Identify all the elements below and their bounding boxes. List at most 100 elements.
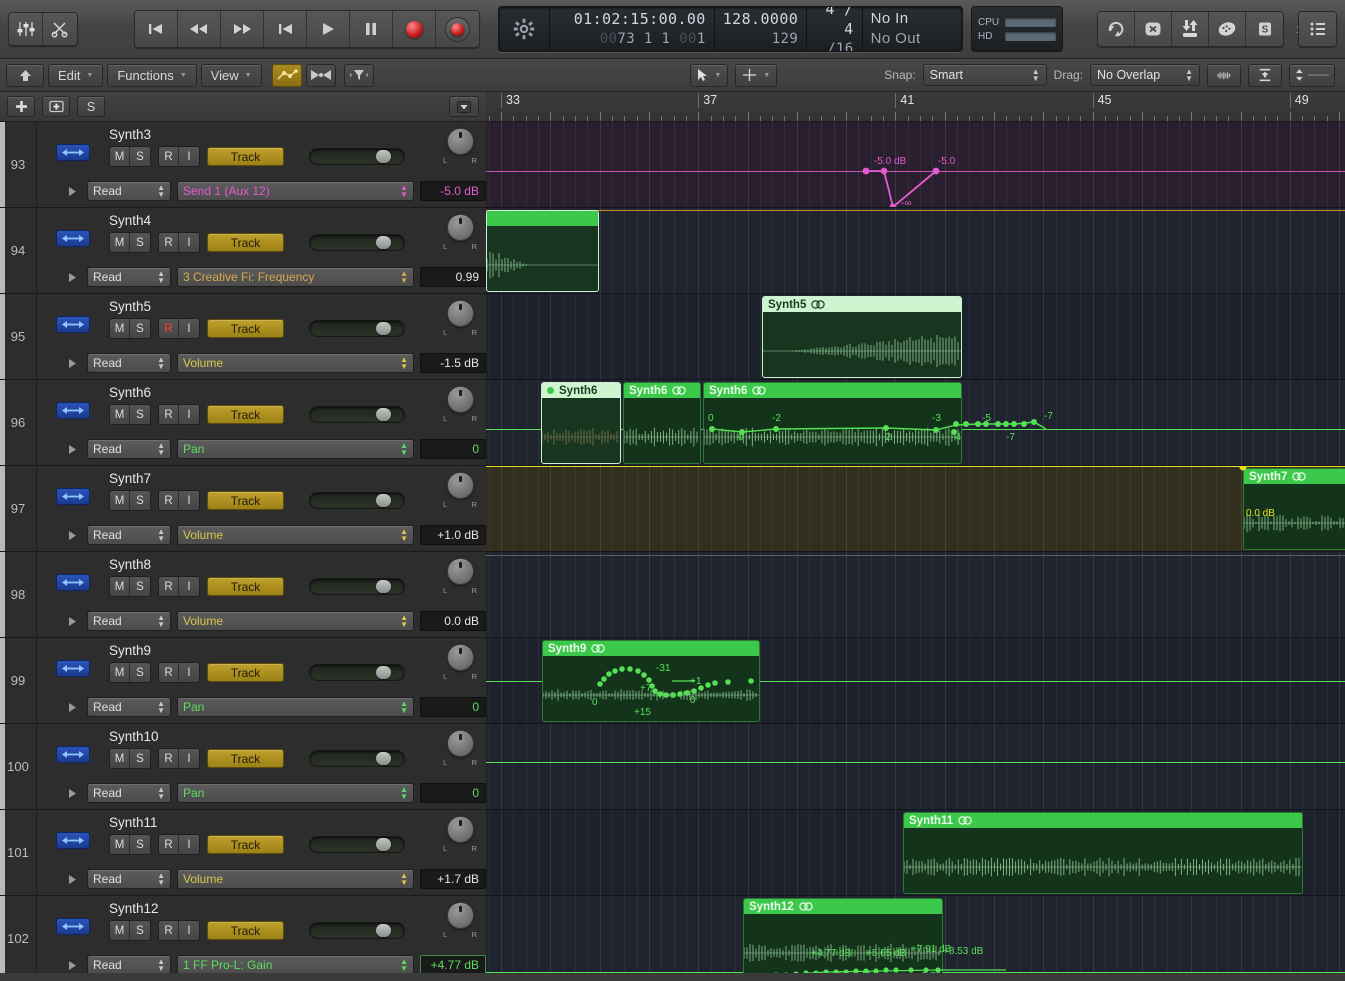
- automation-value-field[interactable]: 0.99: [420, 267, 486, 287]
- automation-mode-select[interactable]: Read ▲ ▼: [87, 525, 171, 545]
- automation-value-field[interactable]: 0: [420, 439, 486, 459]
- pan-knob[interactable]: [446, 902, 474, 929]
- region-header[interactable]: [487, 211, 598, 226]
- pan-control[interactable]: LR: [434, 556, 486, 595]
- automation-mode-select[interactable]: Read ▲ ▼: [87, 181, 171, 201]
- track-header[interactable]: 102 Synth12 M S R I Track L R Read ▲ ▼ 1…: [0, 896, 486, 973]
- hierarchy-up-button[interactable]: [6, 63, 44, 87]
- solo-icon[interactable]: S: [1246, 12, 1283, 46]
- record-toggle-button[interactable]: [436, 11, 479, 47]
- mute-button[interactable]: M: [110, 749, 130, 768]
- instrument-icon[interactable]: [56, 574, 90, 591]
- mixer-icon[interactable]: [9, 13, 43, 45]
- solo-button[interactable]: S: [130, 147, 150, 166]
- record-enable-button[interactable]: R: [159, 663, 179, 682]
- track-config-button[interactable]: [449, 96, 479, 117]
- audio-region[interactable]: Synth9: [542, 640, 760, 722]
- disclosure-triangle-icon[interactable]: [63, 616, 81, 627]
- automation-line[interactable]: [486, 466, 1345, 467]
- lcd-display[interactable]: 01:02:15:00.00 0073 1 1 001 128.0000 129…: [498, 6, 963, 52]
- disclosure-triangle-icon[interactable]: [63, 530, 81, 541]
- automation-mode-select[interactable]: Read ▲ ▼: [87, 869, 171, 889]
- automation-parameter-select[interactable]: Volume ▲ ▼: [177, 525, 414, 545]
- pointer-tool[interactable]: ▼: [690, 63, 729, 87]
- track-lane[interactable]: Synth5: [486, 294, 1345, 380]
- automation-value-field[interactable]: 0.0 dB: [420, 611, 486, 631]
- solo-button[interactable]: S: [130, 663, 150, 682]
- input-monitor-button[interactable]: I: [179, 663, 199, 682]
- pan-control[interactable]: LR: [434, 298, 486, 337]
- automation-parameter-select[interactable]: Send 1 (Aux 12) ▲ ▼: [177, 181, 414, 201]
- automation-parameter-select[interactable]: Volume ▲ ▼: [177, 611, 414, 631]
- vertical-zoom-icon[interactable]: [1248, 63, 1282, 87]
- solo-button[interactable]: S: [130, 491, 150, 510]
- lcd-position-cell[interactable]: 01:02:15:00.00 0073 1 1 001: [550, 7, 715, 51]
- volume-slider[interactable]: [309, 750, 405, 767]
- drag-select[interactable]: No Overlap ▲ ▼: [1090, 64, 1200, 86]
- mute-button[interactable]: M: [110, 233, 130, 252]
- menu-edit[interactable]: Edit ▼: [48, 63, 104, 87]
- region-header[interactable]: Synth11: [904, 813, 1302, 828]
- pan-knob[interactable]: [446, 558, 474, 585]
- marquee-tool[interactable]: ▼: [735, 63, 778, 87]
- track-header[interactable]: 97 Synth7 M S R I Track L R Read ▲ ▼ Vol…: [0, 466, 486, 552]
- menu-functions[interactable]: Functions ▼: [107, 63, 197, 87]
- region-header[interactable]: Synth9: [543, 641, 759, 656]
- cycle-icon[interactable]: [1098, 12, 1135, 46]
- pan-knob[interactable]: [446, 214, 474, 241]
- automation-parameter-select[interactable]: Volume ▲ ▼: [177, 353, 414, 373]
- pan-control[interactable]: LR: [434, 470, 486, 509]
- automation-parameter-select[interactable]: Pan ▲ ▼: [177, 783, 414, 803]
- volume-slider[interactable]: [309, 578, 405, 595]
- automation-value-field[interactable]: 0: [420, 697, 486, 717]
- pan-knob[interactable]: [446, 128, 474, 155]
- automation-mode-select[interactable]: Read ▲ ▼: [87, 697, 171, 717]
- mute-button[interactable]: M: [110, 663, 130, 682]
- track-lane[interactable]: [486, 724, 1345, 810]
- input-monitor-button[interactable]: I: [179, 147, 199, 166]
- automation-mode-select[interactable]: Read ▲ ▼: [87, 783, 171, 803]
- gear-icon[interactable]: [499, 7, 550, 51]
- automation-line[interactable]: [486, 762, 1345, 763]
- instrument-icon[interactable]: [56, 488, 90, 505]
- track-header[interactable]: 96 Synth6 M S R I Track L R Read ▲ ▼ Pan…: [0, 380, 486, 466]
- pan-control[interactable]: LR: [434, 728, 486, 767]
- automation-target-button[interactable]: Track: [207, 491, 284, 510]
- track-name[interactable]: Synth12: [109, 901, 434, 916]
- audio-region[interactable]: Synth6: [541, 382, 621, 464]
- automation-mode-select[interactable]: Read ▲ ▼: [87, 353, 171, 373]
- volume-slider[interactable]: [309, 664, 405, 681]
- track-name[interactable]: Synth5: [109, 299, 434, 314]
- region-body[interactable]: [904, 828, 1302, 893]
- instrument-icon[interactable]: [56, 832, 90, 849]
- audio-region[interactable]: Synth6: [623, 382, 701, 464]
- lcd-signature-cell[interactable]: 4 / 4 /16: [807, 7, 863, 51]
- track-header[interactable]: 98 Synth8 M S R I Track L R Read ▲ ▼ Vol…: [0, 552, 486, 638]
- mute-button[interactable]: M: [110, 147, 130, 166]
- track-header[interactable]: 100 Synth10 M S R I Track L R Read ▲ ▼ P…: [0, 724, 486, 810]
- add-track-button[interactable]: [7, 96, 35, 117]
- solo-button[interactable]: S: [130, 577, 150, 596]
- automation-target-button[interactable]: Track: [207, 577, 284, 596]
- automation-parameter-select[interactable]: Pan ▲ ▼: [177, 439, 414, 459]
- input-monitor-button[interactable]: I: [179, 405, 199, 424]
- pan-knob[interactable]: [446, 730, 474, 757]
- record-enable-button[interactable]: R: [159, 233, 179, 252]
- solo-button[interactable]: S: [130, 405, 150, 424]
- automation-value-field[interactable]: +1.7 dB: [420, 869, 486, 889]
- automation-value-field[interactable]: 0: [420, 783, 486, 803]
- pan-control[interactable]: LR: [434, 212, 486, 251]
- solo-button[interactable]: S: [130, 835, 150, 854]
- flex-toggle[interactable]: [305, 63, 336, 87]
- pan-control[interactable]: LR: [434, 814, 486, 853]
- region-body[interactable]: [624, 398, 700, 463]
- lcd-inout-cell[interactable]: No In No Out: [863, 7, 962, 51]
- solo-button[interactable]: S: [130, 319, 150, 338]
- region-body[interactable]: [487, 226, 598, 291]
- disclosure-triangle-icon[interactable]: [63, 960, 81, 971]
- pan-control[interactable]: LR: [434, 126, 486, 165]
- pan-knob[interactable]: [446, 300, 474, 327]
- track-name[interactable]: Synth8: [109, 557, 434, 572]
- track-name[interactable]: Synth11: [109, 815, 434, 830]
- solo-button[interactable]: S: [130, 921, 150, 940]
